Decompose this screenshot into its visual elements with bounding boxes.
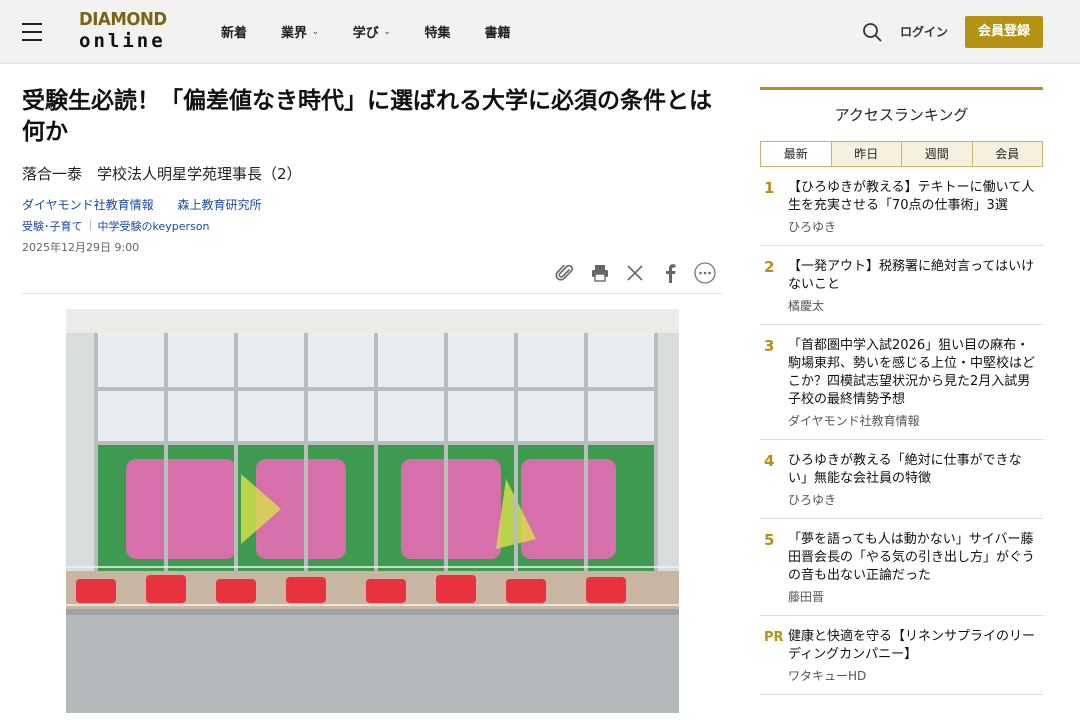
chevron-down-icon: ⌄ [312,27,319,36]
ranking-tabs: 最新 昨日 週間 会員 [760,141,1043,167]
nav-label: 書籍 [484,26,511,41]
source-link[interactable]: ダイヤモンド社教育情報 [22,198,154,212]
facebook-icon[interactable] [659,262,681,284]
tag-link[interactable]: 中学受験のkeyperson [98,220,210,233]
nav-label: 特集 [424,26,451,41]
ranking-item[interactable]: 5 「夢を語っても人は動かない」サイバー藤田晋会長の「やる気の引き出し方」がぐう… [760,519,1043,616]
print-icon[interactable] [589,262,611,284]
search-icon[interactable] [862,22,882,42]
nav-label: 新着 [221,26,248,41]
rank-number: 5 [764,531,775,549]
access-ranking: アクセスランキング 最新 昨日 週間 会員 1 【ひろゆきが教える】テキトーに働… [760,87,1043,695]
main-nav: 新着 業界 ⌄ 学び ⌄ 特集 書籍 [221,22,544,41]
nav-item-industry[interactable]: 業界 ⌄ [281,22,319,41]
chevron-down-icon: ⌄ [383,27,391,36]
tag-link[interactable]: 受験･子育て [22,220,83,233]
site-logo[interactable]: DIAMOND online [79,10,177,54]
rank-title[interactable]: 「夢を語っても人は動かない」サイバー藤田晋会長の「やる気の引き出し方」がぐうの音… [788,531,1039,585]
pr-item[interactable]: PR 健康と快適を守る【リネンサプライのリーディングカンパニー】 ワタキューHD [760,616,1043,695]
rank-number: 2 [764,258,775,276]
nav-label: 学び [352,26,379,41]
article-title: 受験生必読！「偏差値なき時代」に選ばれる大学に必須の条件とは何か [22,88,712,145]
article-sources: ダイヤモンド社教育情報 森上教育研究所 [22,196,282,213]
pr-label: PR [764,630,784,645]
article-photo [66,309,679,713]
rank-number: 1 [764,179,775,197]
pr-title[interactable]: 健康と快適を守る【リネンサプライのリーディングカンパニー】 [788,628,1039,664]
register-button[interactable]: 会員登録 [965,16,1043,48]
ranking-item[interactable]: 4 ひろゆきが教える「絶対に仕事ができない」無能な会社員の特徴 ひろゆき [760,440,1043,519]
site-header: DIAMOND online 新着 業界 ⌄ 学び ⌄ 特集 書籍 ログイン 会員登… [0,0,1080,64]
sidebar-accent-bar [760,87,1043,90]
rank-author: ダイヤモンド社教育情報 [788,414,920,428]
nav-item-new[interactable]: 新着 [221,22,247,41]
login-link[interactable]: ログイン [900,23,948,40]
tab-latest[interactable]: 最新 [761,142,831,166]
rank-title[interactable]: ひろゆきが教える「絶対に仕事ができない」無能な会社員の特徴 [788,452,1039,488]
rank-title[interactable]: 【一発アウト】税務署に絶対言ってはいけないこと [788,258,1039,294]
ranking-item[interactable]: 1 【ひろゆきが教える】テキトーに働いて人生を充実させる「70点の仕事術」3選 … [760,167,1043,246]
rank-author: 橘慶太 [788,299,825,313]
more-icon[interactable] [694,262,716,284]
publish-date: 2025年12月29日 9:00 [22,241,140,254]
article-divider [22,293,722,294]
tag-separator [89,220,91,231]
building-image [66,309,679,713]
tab-yesterday[interactable]: 昨日 [830,142,901,166]
rank-number: 4 [764,452,775,470]
nav-label: 業界 [281,26,308,41]
pr-author: ワタキューHD [788,669,867,683]
tab-members[interactable]: 会員 [971,142,1042,166]
menu-icon[interactable] [22,23,42,41]
rank-number: 3 [764,337,775,355]
rank-title[interactable]: 「首都圏中学入試2026」狙い目の麻布・駒場東邦、勢いを感じる上位・中堅校はどこ… [788,337,1039,409]
rank-author: 藤田晋 [788,590,825,604]
ranking-item[interactable]: 2 【一発アウト】税務署に絶対言ってはいけないこと 橘慶太 [760,246,1043,325]
ranking-item[interactable]: 3 「首都圏中学入試2026」狙い目の麻布・駒場東邦、勢いを感じる上位・中堅校は… [760,325,1043,440]
share-bar [554,262,729,284]
tab-weekly[interactable]: 週間 [901,142,972,166]
x-icon[interactable] [624,262,646,284]
sidebar-title: アクセスランキング [834,106,969,124]
nav-item-feature[interactable]: 特集 [424,22,450,41]
credit-link[interactable]: 森上教育研究所 [177,198,261,212]
rank-author: ひろゆき [788,220,837,234]
logo-line1: DIAMOND [79,9,167,30]
rank-author: ひろゆき [788,493,837,507]
article-subtitle: 落合一泰 学校法人明星学苑理事長（2） [22,165,302,183]
nav-item-books[interactable]: 書籍 [484,22,510,41]
clip-icon[interactable] [554,262,576,284]
article-tags: 受験･子育て 中学受験のkeyperson [22,218,209,234]
nav-item-learning[interactable]: 学び ⌄ [353,22,391,41]
logo-line2: online [79,30,166,52]
rank-title[interactable]: 【ひろゆきが教える】テキトーに働いて人生を充実させる「70点の仕事術」3選 [788,179,1039,215]
